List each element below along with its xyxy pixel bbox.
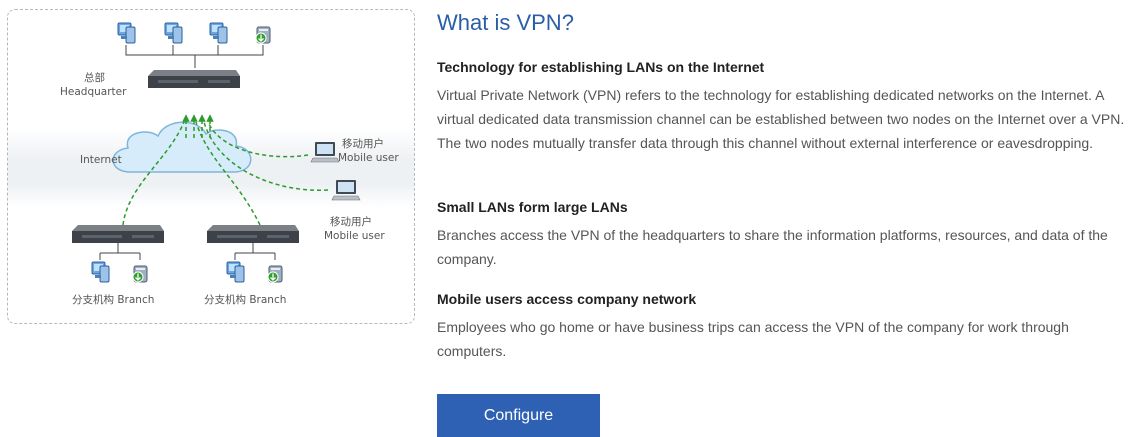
- mobile-user-2-label-en: Mobile user: [324, 230, 385, 242]
- vpn-network-diagram: 总部 Headquarter Internet 移动用户 Mobile user…: [7, 9, 415, 324]
- page-title: What is VPN?: [437, 10, 574, 35]
- hq-pc-icon: [164, 22, 183, 44]
- branch-router-icon: [72, 225, 164, 243]
- section-text: Virtual Private Network (VPN) refers to …: [437, 87, 1125, 151]
- configure-button[interactable]: Configure: [437, 394, 600, 437]
- branch-pc-icon: [91, 261, 110, 283]
- section-heading: Small LANs form large LANs: [437, 199, 628, 215]
- internet-cloud-icon: [112, 121, 252, 173]
- branch-lan-lines: [99, 243, 276, 260]
- diagram-graphics: [72, 22, 361, 283]
- branch-1-label: 分支机构 Branch: [72, 294, 155, 306]
- mobile-user-1-label-en: Mobile user: [338, 152, 399, 164]
- mobile-user-1-label-cn: 移动用户: [342, 138, 384, 150]
- hq-label-en: Headquarter: [60, 86, 127, 98]
- section-heading: Mobile users access company network: [437, 291, 697, 307]
- hq-lan-lines: [125, 45, 264, 68]
- hq-server-icon: [255, 26, 271, 44]
- section-heading: Technology for establishing LANs on the …: [437, 59, 765, 75]
- hq-label-cn: 总部: [84, 72, 105, 84]
- branch-server-icon: [267, 265, 283, 283]
- section-text: Branches access the VPN of the headquart…: [437, 227, 1108, 267]
- hq-pc-icon: [117, 22, 136, 44]
- internet-label: Internet: [80, 154, 122, 166]
- mobile-user-2-label-cn: 移动用户: [330, 216, 372, 228]
- branch-pc-icon: [226, 261, 245, 283]
- mobile-laptop-icon: [331, 179, 361, 201]
- branch-server-icon: [132, 265, 148, 283]
- hq-router-icon: [148, 70, 240, 88]
- section-text: Employees who go home or have business t…: [437, 319, 1069, 359]
- branch-router-icon: [207, 225, 299, 243]
- mobile-laptop-icon: [310, 141, 340, 163]
- hq-pc-icon: [209, 22, 228, 44]
- branch-2-label: 分支机构 Branch: [204, 294, 287, 306]
